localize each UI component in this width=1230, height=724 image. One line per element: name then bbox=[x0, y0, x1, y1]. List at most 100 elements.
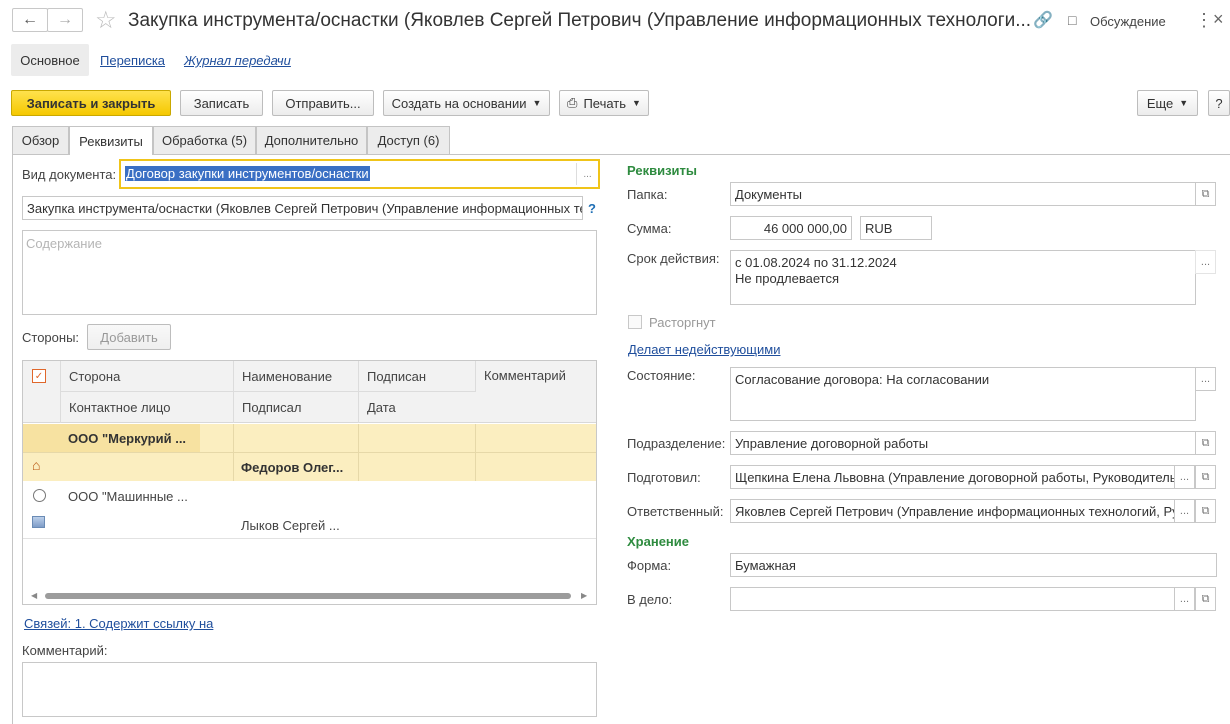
state-select-button[interactable]: ... bbox=[1195, 367, 1216, 391]
save-and-close-button[interactable]: Записать и закрыть bbox=[11, 90, 171, 116]
nav-transfer-log[interactable]: Журнал передачи bbox=[184, 53, 291, 68]
col-header-contact[interactable]: Контактное лицо bbox=[60, 392, 233, 423]
col-header-date[interactable]: Дата bbox=[358, 392, 475, 423]
create-based-on-button[interactable]: Создать на основании ▼ bbox=[383, 90, 550, 116]
case-select-button[interactable]: ... bbox=[1174, 587, 1195, 611]
validity-select-button[interactable]: ... bbox=[1195, 250, 1216, 274]
select-all-checkbox[interactable]: ✓ bbox=[32, 369, 46, 383]
signer-cell: Лыков Сергей ... bbox=[241, 518, 340, 533]
responsible-select-button[interactable]: ... bbox=[1174, 499, 1195, 523]
more-menu-icon[interactable]: ⋮ bbox=[1195, 10, 1213, 31]
tab-requisites[interactable]: Реквизиты bbox=[69, 126, 153, 155]
open-department-icon[interactable]: ⧉ bbox=[1195, 431, 1216, 455]
tab-processing[interactable]: Обработка (5) bbox=[153, 126, 256, 154]
validity-field[interactable]: с 01.08.2024 по 31.12.2024 Не продлевает… bbox=[730, 250, 1196, 305]
table-scrollbar[interactable] bbox=[45, 593, 571, 599]
doc-type-value: Договор закупки инструментов/оснастки bbox=[125, 166, 370, 181]
form-label: Форма: bbox=[627, 558, 672, 573]
send-button[interactable]: Отправить... bbox=[272, 90, 374, 116]
home-icon: ⌂ bbox=[32, 457, 41, 473]
tab-overview[interactable]: Обзор bbox=[12, 126, 69, 154]
doc-type-label: Вид документа: bbox=[22, 167, 117, 182]
responsible-label: Ответственный: bbox=[627, 504, 724, 519]
sum-field[interactable]: 46 000 000,00 bbox=[730, 216, 852, 240]
building-icon bbox=[32, 516, 45, 528]
validity-extension: Не продлевается bbox=[735, 271, 839, 286]
doc-type-field[interactable]: Договор закупки инструментов/оснастки ..… bbox=[119, 159, 600, 189]
nav-main[interactable]: Основное bbox=[11, 44, 89, 76]
parties-label: Стороны: bbox=[22, 330, 80, 345]
print-label: Печать bbox=[583, 95, 627, 111]
doc-type-select-button[interactable]: ... bbox=[576, 163, 598, 185]
discussion-icon[interactable]: □ bbox=[1068, 12, 1076, 28]
table-scroll-left[interactable]: ◀ bbox=[31, 591, 37, 600]
terminated-checkbox[interactable] bbox=[628, 315, 642, 329]
nav-correspondence[interactable]: Переписка bbox=[100, 53, 165, 68]
col-header-name[interactable]: Наименование bbox=[233, 361, 358, 392]
party-radio[interactable] bbox=[33, 489, 46, 502]
folder-field[interactable]: Документы bbox=[730, 182, 1196, 206]
storage-title: Хранение bbox=[627, 534, 689, 549]
comment-label: Комментарий: bbox=[22, 643, 108, 658]
party-cell: ООО "Меркурий ... bbox=[68, 431, 187, 446]
department-field[interactable]: Управление договорной работы bbox=[730, 431, 1196, 455]
open-prepared-icon[interactable]: ⧉ bbox=[1195, 465, 1216, 489]
help-mark-icon[interactable]: ? bbox=[588, 201, 596, 216]
back-button[interactable]: ← bbox=[12, 8, 48, 32]
save-button[interactable]: Записать bbox=[180, 90, 263, 116]
col-header-signed[interactable]: Подписан bbox=[358, 361, 475, 392]
print-button[interactable]: ⎙ Печать ▼ bbox=[559, 90, 649, 116]
tab-additional[interactable]: Дополнительно bbox=[256, 126, 367, 154]
table-scroll-right[interactable]: ▶ bbox=[581, 591, 587, 600]
case-label: В дело: bbox=[627, 592, 673, 607]
add-party-button[interactable]: Добавить bbox=[87, 324, 171, 350]
terminated-label: Расторгнут bbox=[649, 315, 716, 330]
party-cell: ООО "Машинные ... bbox=[68, 489, 188, 504]
discussion-label[interactable]: Обсуждение bbox=[1090, 14, 1166, 29]
currency-field[interactable]: RUB bbox=[860, 216, 932, 240]
help-button[interactable]: ? bbox=[1208, 90, 1230, 116]
col-header-party[interactable]: Сторона bbox=[60, 361, 233, 392]
open-responsible-icon[interactable]: ⧉ bbox=[1195, 499, 1216, 523]
open-folder-icon[interactable]: ⧉ bbox=[1195, 182, 1216, 206]
form-field[interactable]: Бумажная bbox=[730, 553, 1217, 577]
chevron-down-icon: ▼ bbox=[632, 98, 641, 108]
chevron-down-icon: ▼ bbox=[1179, 98, 1189, 108]
requisites-title: Реквизиты bbox=[627, 163, 697, 178]
prepared-select-button[interactable]: ... bbox=[1174, 465, 1195, 489]
folder-label: Папка: bbox=[627, 187, 668, 202]
responsible-field[interactable]: Яковлев Сергей Петрович (Управление инфо… bbox=[730, 499, 1175, 523]
chevron-down-icon: ▼ bbox=[532, 98, 542, 108]
tab-access[interactable]: Доступ (6) bbox=[367, 126, 450, 154]
more-button[interactable]: Еще ▼ bbox=[1137, 90, 1198, 116]
open-case-icon[interactable]: ⧉ bbox=[1195, 587, 1216, 611]
prepared-field[interactable]: Щепкина Елена Львовна (Управление догово… bbox=[730, 465, 1175, 489]
sum-label: Сумма: bbox=[627, 221, 672, 236]
invalidates-link[interactable]: Делает недействующими bbox=[628, 342, 780, 357]
close-icon[interactable]: × bbox=[1213, 9, 1224, 30]
state-value: Согласование договора: На согласовании bbox=[735, 372, 990, 387]
content-placeholder: Содержание bbox=[26, 236, 102, 251]
state-label: Состояние: bbox=[627, 368, 696, 383]
comment-textarea[interactable] bbox=[22, 662, 597, 717]
state-field[interactable]: Согласование договора: На согласовании bbox=[730, 367, 1196, 421]
col-header-signer[interactable]: Подписал bbox=[233, 392, 358, 423]
parties-table: ✓ Сторона Наименование Подписан Коммента… bbox=[22, 360, 597, 605]
forward-button[interactable]: → bbox=[47, 8, 83, 32]
links-text[interactable]: Связей: 1. Содержит ссылку на bbox=[24, 616, 213, 631]
link-icon[interactable]: 🔗 bbox=[1033, 10, 1053, 30]
create-based-on-label: Создать на основании bbox=[391, 95, 527, 111]
prepared-label: Подготовил: bbox=[627, 470, 701, 485]
more-label: Еще bbox=[1146, 95, 1174, 111]
department-label: Подразделение: bbox=[627, 436, 726, 451]
signer-cell: Федоров Олег... bbox=[241, 460, 344, 475]
content-textarea[interactable]: Содержание bbox=[22, 230, 597, 315]
printer-icon: ⎙ bbox=[567, 95, 578, 110]
col-header-comment[interactable]: Комментарий bbox=[475, 361, 596, 392]
validity-period: с 01.08.2024 по 31.12.2024 bbox=[735, 255, 897, 270]
favorite-star-icon[interactable]: ☆ bbox=[95, 6, 117, 35]
case-field[interactable] bbox=[730, 587, 1175, 611]
window-title: Закупка инструмента/оснастки (Яковлев Се… bbox=[128, 10, 1032, 31]
subject-field[interactable]: Закупка инструмента/оснастки (Яковлев Се… bbox=[22, 196, 583, 220]
validity-label: Срок действия: bbox=[627, 251, 720, 266]
